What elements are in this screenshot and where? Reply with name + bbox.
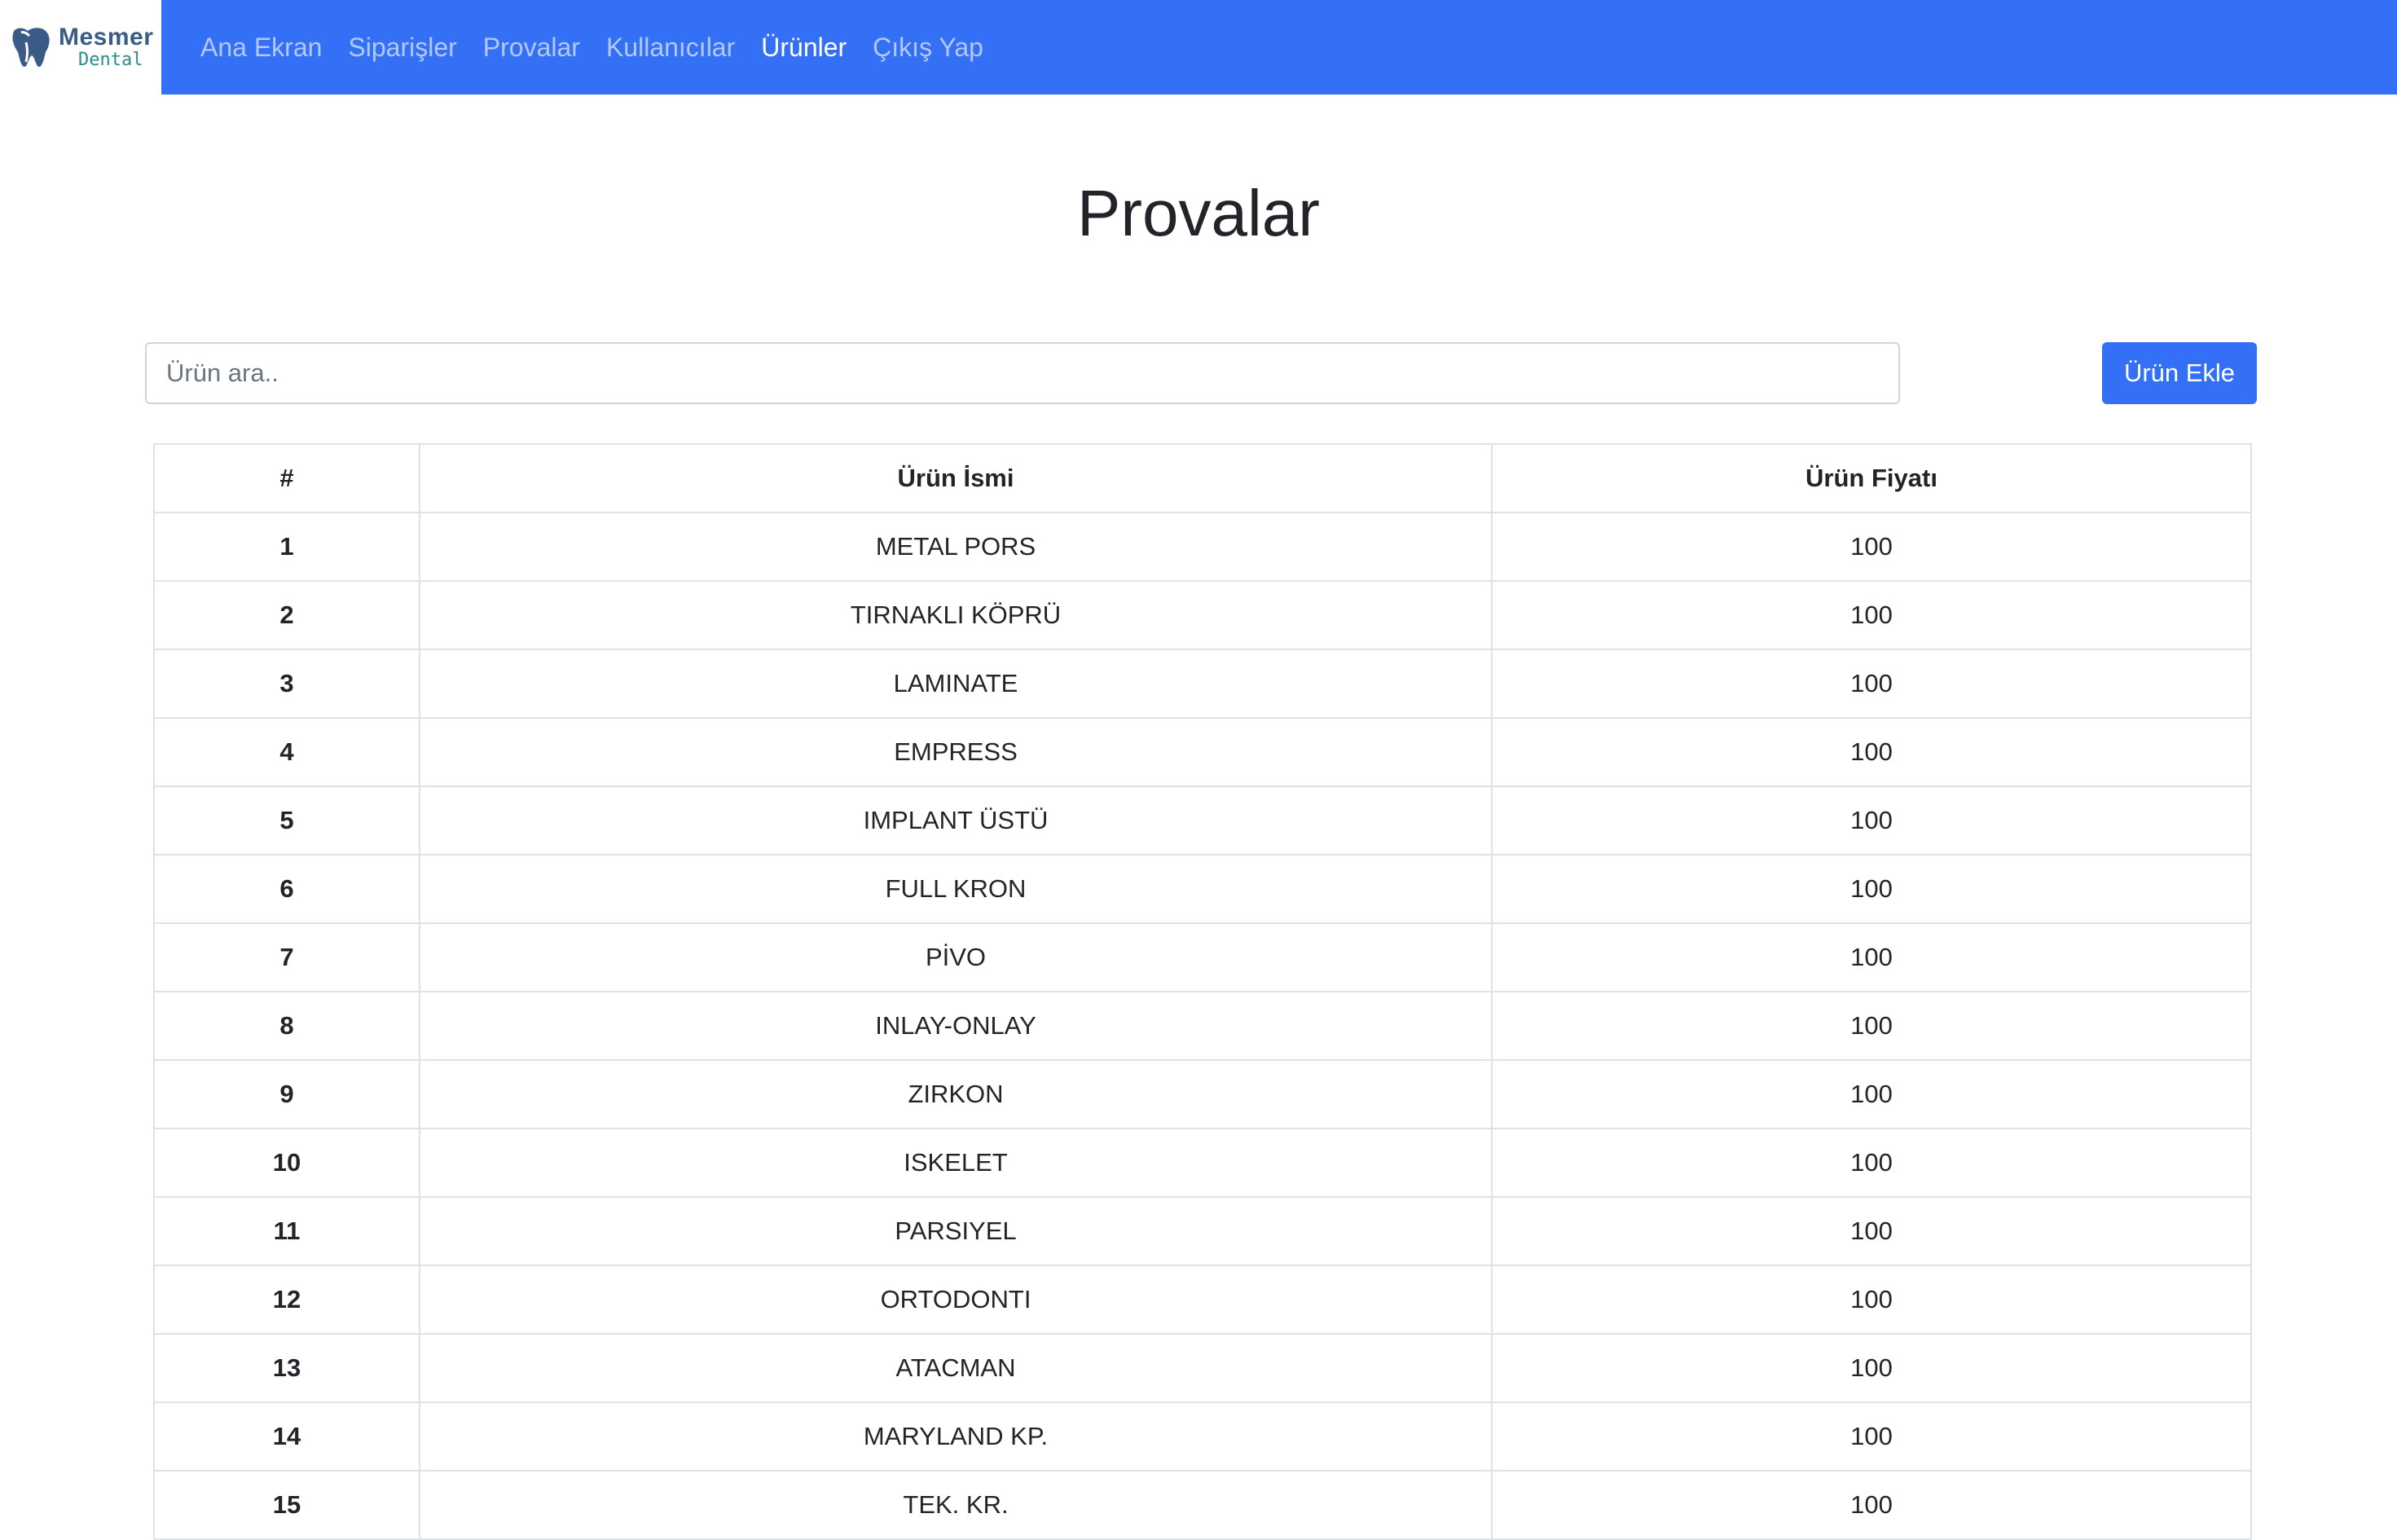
product-name: FULL KRON bbox=[419, 854, 1493, 924]
product-price: 100 bbox=[1491, 991, 2252, 1061]
product-name: ORTODONTI bbox=[419, 1265, 1493, 1335]
product-price: 100 bbox=[1491, 785, 2252, 856]
product-price: 100 bbox=[1491, 649, 2252, 719]
product-price: 100 bbox=[1491, 580, 2252, 650]
nav-item-kullanicilar[interactable]: Kullanıcılar bbox=[606, 33, 735, 63]
product-name: ZIRKON bbox=[419, 1059, 1493, 1129]
table-row[interactable]: 8 INLAY-ONLAY 100 bbox=[153, 991, 2252, 1061]
top-navbar: Mesmer Dental Ana Ekran Siparişler Prova… bbox=[0, 0, 2397, 95]
row-index: 5 bbox=[153, 785, 420, 856]
nav-item-cikis-yap[interactable]: Çıkış Yap bbox=[873, 33, 983, 63]
column-header-name: Ürün İsmi bbox=[419, 443, 1493, 513]
tooth-icon bbox=[12, 28, 50, 67]
table-row[interactable]: 15 TEK. KR. 100 bbox=[153, 1470, 2252, 1540]
row-index: 1 bbox=[153, 512, 420, 582]
column-header-index: # bbox=[153, 443, 420, 513]
row-index: 4 bbox=[153, 717, 420, 787]
row-index: 9 bbox=[153, 1059, 420, 1129]
table-row[interactable]: 3 LAMINATE 100 bbox=[153, 649, 2252, 719]
nav-item-urunler[interactable]: Ürünler bbox=[761, 33, 847, 63]
product-price: 100 bbox=[1491, 512, 2252, 582]
brand-logo[interactable]: Mesmer Dental bbox=[0, 0, 161, 95]
product-price: 100 bbox=[1491, 717, 2252, 787]
row-index: 8 bbox=[153, 991, 420, 1061]
product-price: 100 bbox=[1491, 922, 2252, 992]
product-price: 100 bbox=[1491, 1265, 2252, 1335]
product-price: 100 bbox=[1491, 1470, 2252, 1540]
product-name: PARSIYEL bbox=[419, 1196, 1493, 1266]
table-row[interactable]: 1 METAL PORS 100 bbox=[153, 512, 2252, 582]
row-index: 2 bbox=[153, 580, 420, 650]
product-name: TEK. KR. bbox=[419, 1470, 1493, 1540]
product-name: ISKELET bbox=[419, 1128, 1493, 1198]
row-index: 13 bbox=[153, 1333, 420, 1403]
table-row[interactable]: 6 FULL KRON 100 bbox=[153, 854, 2252, 924]
row-index: 14 bbox=[153, 1401, 420, 1472]
product-name: IMPLANT ÜSTÜ bbox=[419, 785, 1493, 856]
brand-subtitle: Dental bbox=[78, 50, 143, 70]
row-index: 7 bbox=[153, 922, 420, 992]
nav-item-ana-ekran[interactable]: Ana Ekran bbox=[200, 33, 322, 63]
table-row[interactable]: 5 IMPLANT ÜSTÜ 100 bbox=[153, 785, 2252, 856]
add-product-button[interactable]: Ürün Ekle bbox=[2102, 342, 2257, 404]
table-row[interactable]: 2 TIRNAKLI KÖPRÜ 100 bbox=[153, 580, 2252, 650]
search-input[interactable] bbox=[145, 342, 1900, 404]
product-price: 100 bbox=[1491, 1401, 2252, 1472]
table-row[interactable]: 14 MARYLAND KP. 100 bbox=[153, 1401, 2252, 1472]
row-index: 6 bbox=[153, 854, 420, 924]
product-price: 100 bbox=[1491, 1059, 2252, 1129]
product-name: MARYLAND KP. bbox=[419, 1401, 1493, 1472]
product-name: TIRNAKLI KÖPRÜ bbox=[419, 580, 1493, 650]
table-row[interactable]: 4 EMPRESS 100 bbox=[153, 717, 2252, 787]
table-row[interactable]: 7 PİVO 100 bbox=[153, 922, 2252, 992]
product-name: LAMINATE bbox=[419, 649, 1493, 719]
brand-name: Mesmer bbox=[59, 24, 154, 51]
row-index: 11 bbox=[153, 1196, 420, 1266]
table-row[interactable]: 12 ORTODONTI 100 bbox=[153, 1265, 2252, 1335]
column-header-price: Ürün Fiyatı bbox=[1491, 443, 2252, 513]
row-index: 12 bbox=[153, 1265, 420, 1335]
row-index: 3 bbox=[153, 649, 420, 719]
product-name: METAL PORS bbox=[419, 512, 1493, 582]
product-price: 100 bbox=[1491, 1128, 2252, 1198]
nav-item-siparisler[interactable]: Siparişler bbox=[348, 33, 456, 63]
product-name: INLAY-ONLAY bbox=[419, 991, 1493, 1061]
table-row[interactable]: 11 PARSIYEL 100 bbox=[153, 1196, 2252, 1266]
product-name: EMPRESS bbox=[419, 717, 1493, 787]
row-index: 10 bbox=[153, 1128, 420, 1198]
product-name: ATACMAN bbox=[419, 1333, 1493, 1403]
nav-item-provalar[interactable]: Provalar bbox=[483, 33, 580, 63]
products-table: # Ürün İsmi Ürün Fiyatı 1 METAL PORS 100 2 T… bbox=[153, 443, 2252, 1540]
product-price: 100 bbox=[1491, 1196, 2252, 1266]
table-row[interactable]: 10 ISKELET 100 bbox=[153, 1128, 2252, 1198]
product-name: PİVO bbox=[419, 922, 1493, 992]
page-title: Provalar bbox=[1077, 177, 1320, 249]
product-price: 100 bbox=[1491, 854, 2252, 924]
table-body: 1 METAL PORS 100 2 TIRNAKLI KÖPRÜ 100 3 LAMINAT… bbox=[153, 512, 2252, 1540]
product-price: 100 bbox=[1491, 1333, 2252, 1403]
table-row[interactable]: 9 ZIRKON 100 bbox=[153, 1059, 2252, 1129]
nav-links: Ana Ekran Siparişler Provalar Kullanıcıl… bbox=[200, 0, 1009, 95]
row-index: 15 bbox=[153, 1470, 420, 1540]
table-header-row: # Ürün İsmi Ürün Fiyatı bbox=[153, 443, 2252, 513]
table-row[interactable]: 13 ATACMAN 100 bbox=[153, 1333, 2252, 1403]
products-table-container: # Ürün İsmi Ürün Fiyatı 1 METAL PORS 100 2 T… bbox=[153, 443, 2252, 1540]
